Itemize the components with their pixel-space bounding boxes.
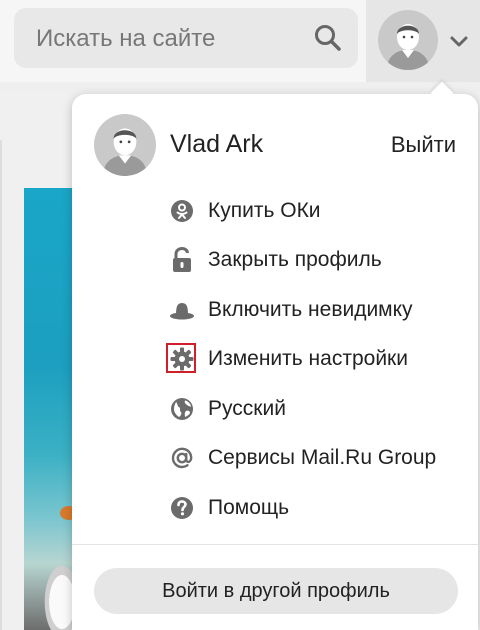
menu-item-label: Купить ОКи xyxy=(208,198,321,222)
menu-item-label: Закрыть профиль xyxy=(208,248,382,272)
menu-item-label: Русский xyxy=(208,396,286,420)
user-menu-list: Купить ОКи Закрыть профиль Включить неви… xyxy=(166,186,468,533)
top-bar xyxy=(0,0,480,82)
menu-item-label: Сервисы Mail.Ru Group xyxy=(208,446,437,470)
menu-item-label: Изменить настройки xyxy=(208,347,408,371)
search-input[interactable] xyxy=(34,22,308,56)
lock-icon xyxy=(168,246,196,274)
selection-highlight xyxy=(166,343,196,374)
menu-item-invisible[interactable]: Включить невидимку xyxy=(168,285,468,335)
menu-item-close-profile[interactable]: Закрыть профиль xyxy=(168,236,468,286)
at-icon xyxy=(168,444,196,472)
globe-icon xyxy=(168,395,196,423)
menu-item-settings[interactable]: Изменить настройки xyxy=(166,335,468,385)
hat-icon xyxy=(168,296,196,324)
menu-item-label: Включить невидимку xyxy=(208,297,413,321)
divider xyxy=(0,140,2,630)
gear-icon xyxy=(166,343,196,374)
ok-coin-icon xyxy=(168,197,196,225)
menu-item-buy-ok[interactable]: Купить ОКи xyxy=(168,186,468,236)
chevron-down-icon[interactable] xyxy=(448,30,470,52)
menu-item-mailru-services[interactable]: Сервисы Mail.Ru Group xyxy=(168,434,468,484)
avatar[interactable] xyxy=(94,114,156,176)
user-menu-toggle[interactable] xyxy=(366,0,480,82)
switch-profile-button[interactable]: Войти в другой профиль xyxy=(94,568,458,614)
search-bar xyxy=(14,8,358,68)
user-dropdown-menu: Vlad Ark Выйти Купить ОКи Закрыть профил… xyxy=(72,94,478,630)
menu-item-language[interactable]: Русский xyxy=(168,384,468,434)
help-icon xyxy=(168,494,196,522)
logout-link[interactable]: Выйти xyxy=(391,132,456,158)
divider xyxy=(72,544,478,545)
menu-item-label: Помощь xyxy=(208,495,290,519)
menu-item-help[interactable]: Помощь xyxy=(168,483,468,533)
avatar[interactable] xyxy=(378,10,438,70)
profile-name[interactable]: Vlad Ark xyxy=(170,130,263,159)
feed-photo[interactable] xyxy=(24,188,82,630)
search-icon[interactable] xyxy=(312,22,344,54)
